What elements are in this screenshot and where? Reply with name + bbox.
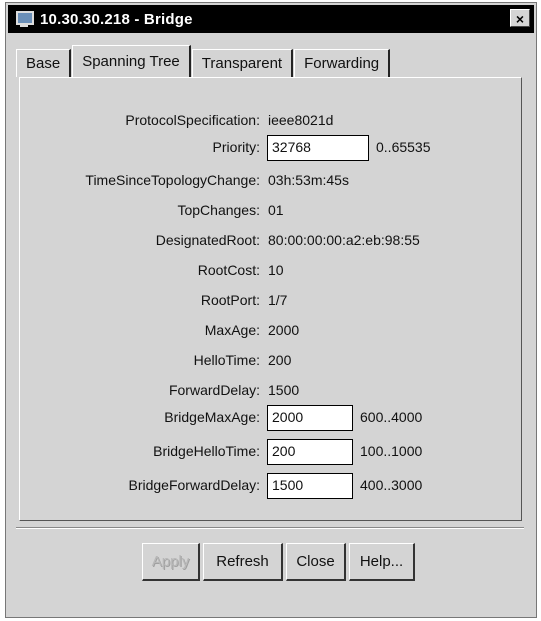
spanning-tree-panel: ProtocolSpecification: ieee8021d Priorit… [19,77,522,521]
bridge-max-age-range: 600..4000 [360,409,423,425]
bridge-max-age-row: BridgeMaxAge: 2000 600..4000 [20,405,521,431]
close-window-button[interactable]: × [510,9,530,27]
protocol-specification-label: ProtocolSpecification: [125,112,260,128]
max-age-label: MaxAge: [204,322,260,338]
max-age-row: MaxAge: 2000 [20,318,521,344]
time-since-topology-change-row: TimeSinceTopologyChange: 03h:53m:45s [20,168,521,194]
root-cost-row: RootCost: 10 [20,258,521,284]
root-cost-value: 10 [268,262,284,278]
bridge-forward-delay-label: BridgeForwardDelay: [128,477,261,493]
monitor-icon [14,9,34,29]
top-changes-row: TopChanges: 01 [20,198,521,224]
bridge-max-age-input[interactable]: 2000 [267,405,353,431]
designated-root-value: 80:00:00:00:a2:eb:98:55 [268,232,420,248]
root-port-value: 1/7 [268,292,288,308]
priority-label: Priority: [212,139,260,155]
designated-root-row: DesignatedRoot: 80:00:00:00:a2:eb:98:55 [20,228,521,254]
button-separator [16,527,524,529]
bridge-dialog: 10.30.30.218 - Bridge × Base Spanning Tr… [5,2,537,618]
root-port-label: RootPort: [200,292,260,308]
hello-time-value: 200 [268,352,292,368]
title-bar[interactable]: 10.30.30.218 - Bridge × [8,5,534,33]
window-title: 10.30.30.218 - Bridge [40,10,193,28]
bridge-hello-time-label: BridgeHelloTime: [153,443,260,459]
forward-delay-value: 1500 [268,382,300,398]
forward-delay-row: ForwardDelay: 1500 [20,378,521,404]
protocol-specification-value: ieee8021d [268,112,334,128]
time-since-topology-change-label: TimeSinceTopologyChange: [85,172,260,188]
time-since-topology-change-value: 03h:53m:45s [268,172,349,188]
priority-range: 0..65535 [376,139,431,155]
top-changes-value: 01 [268,202,284,218]
tab-base[interactable]: Base [16,49,72,77]
root-cost-label: RootCost: [197,262,260,278]
tab-transparent[interactable]: Transparent [191,49,294,77]
priority-input[interactable]: 32768 [267,135,369,161]
bridge-forward-delay-input[interactable]: 1500 [267,473,353,499]
max-age-value: 2000 [268,322,300,338]
bridge-hello-time-range: 100..1000 [360,443,423,459]
hello-time-label: HelloTime: [193,352,260,368]
protocol-specification-row: ProtocolSpecification: ieee8021d [20,108,521,134]
bridge-hello-time-row: BridgeHelloTime: 200 100..1000 [20,439,521,465]
close-button[interactable]: Close [286,543,346,581]
priority-row: Priority: 32768 0..65535 [20,135,521,161]
bridge-hello-time-input[interactable]: 200 [267,439,353,465]
tab-bar: Base Spanning Tree Transparent Forwardin… [16,45,391,77]
bridge-forward-delay-range: 400..3000 [360,477,423,493]
top-changes-label: TopChanges: [177,202,260,218]
root-port-row: RootPort: 1/7 [20,288,521,314]
forward-delay-label: ForwardDelay: [168,382,260,398]
tab-forwarding[interactable]: Forwarding [294,49,391,77]
hello-time-row: HelloTime: 200 [20,348,521,374]
bridge-forward-delay-row: BridgeForwardDelay: 1500 400..3000 [20,473,521,499]
designated-root-label: DesignatedRoot: [155,232,260,248]
tab-spanning-tree[interactable]: Spanning Tree [72,45,191,77]
bridge-max-age-label: BridgeMaxAge: [164,409,260,425]
apply-button[interactable]: Apply [142,543,200,581]
refresh-button[interactable]: Refresh [203,543,283,581]
help-button[interactable]: Help... [349,543,415,581]
